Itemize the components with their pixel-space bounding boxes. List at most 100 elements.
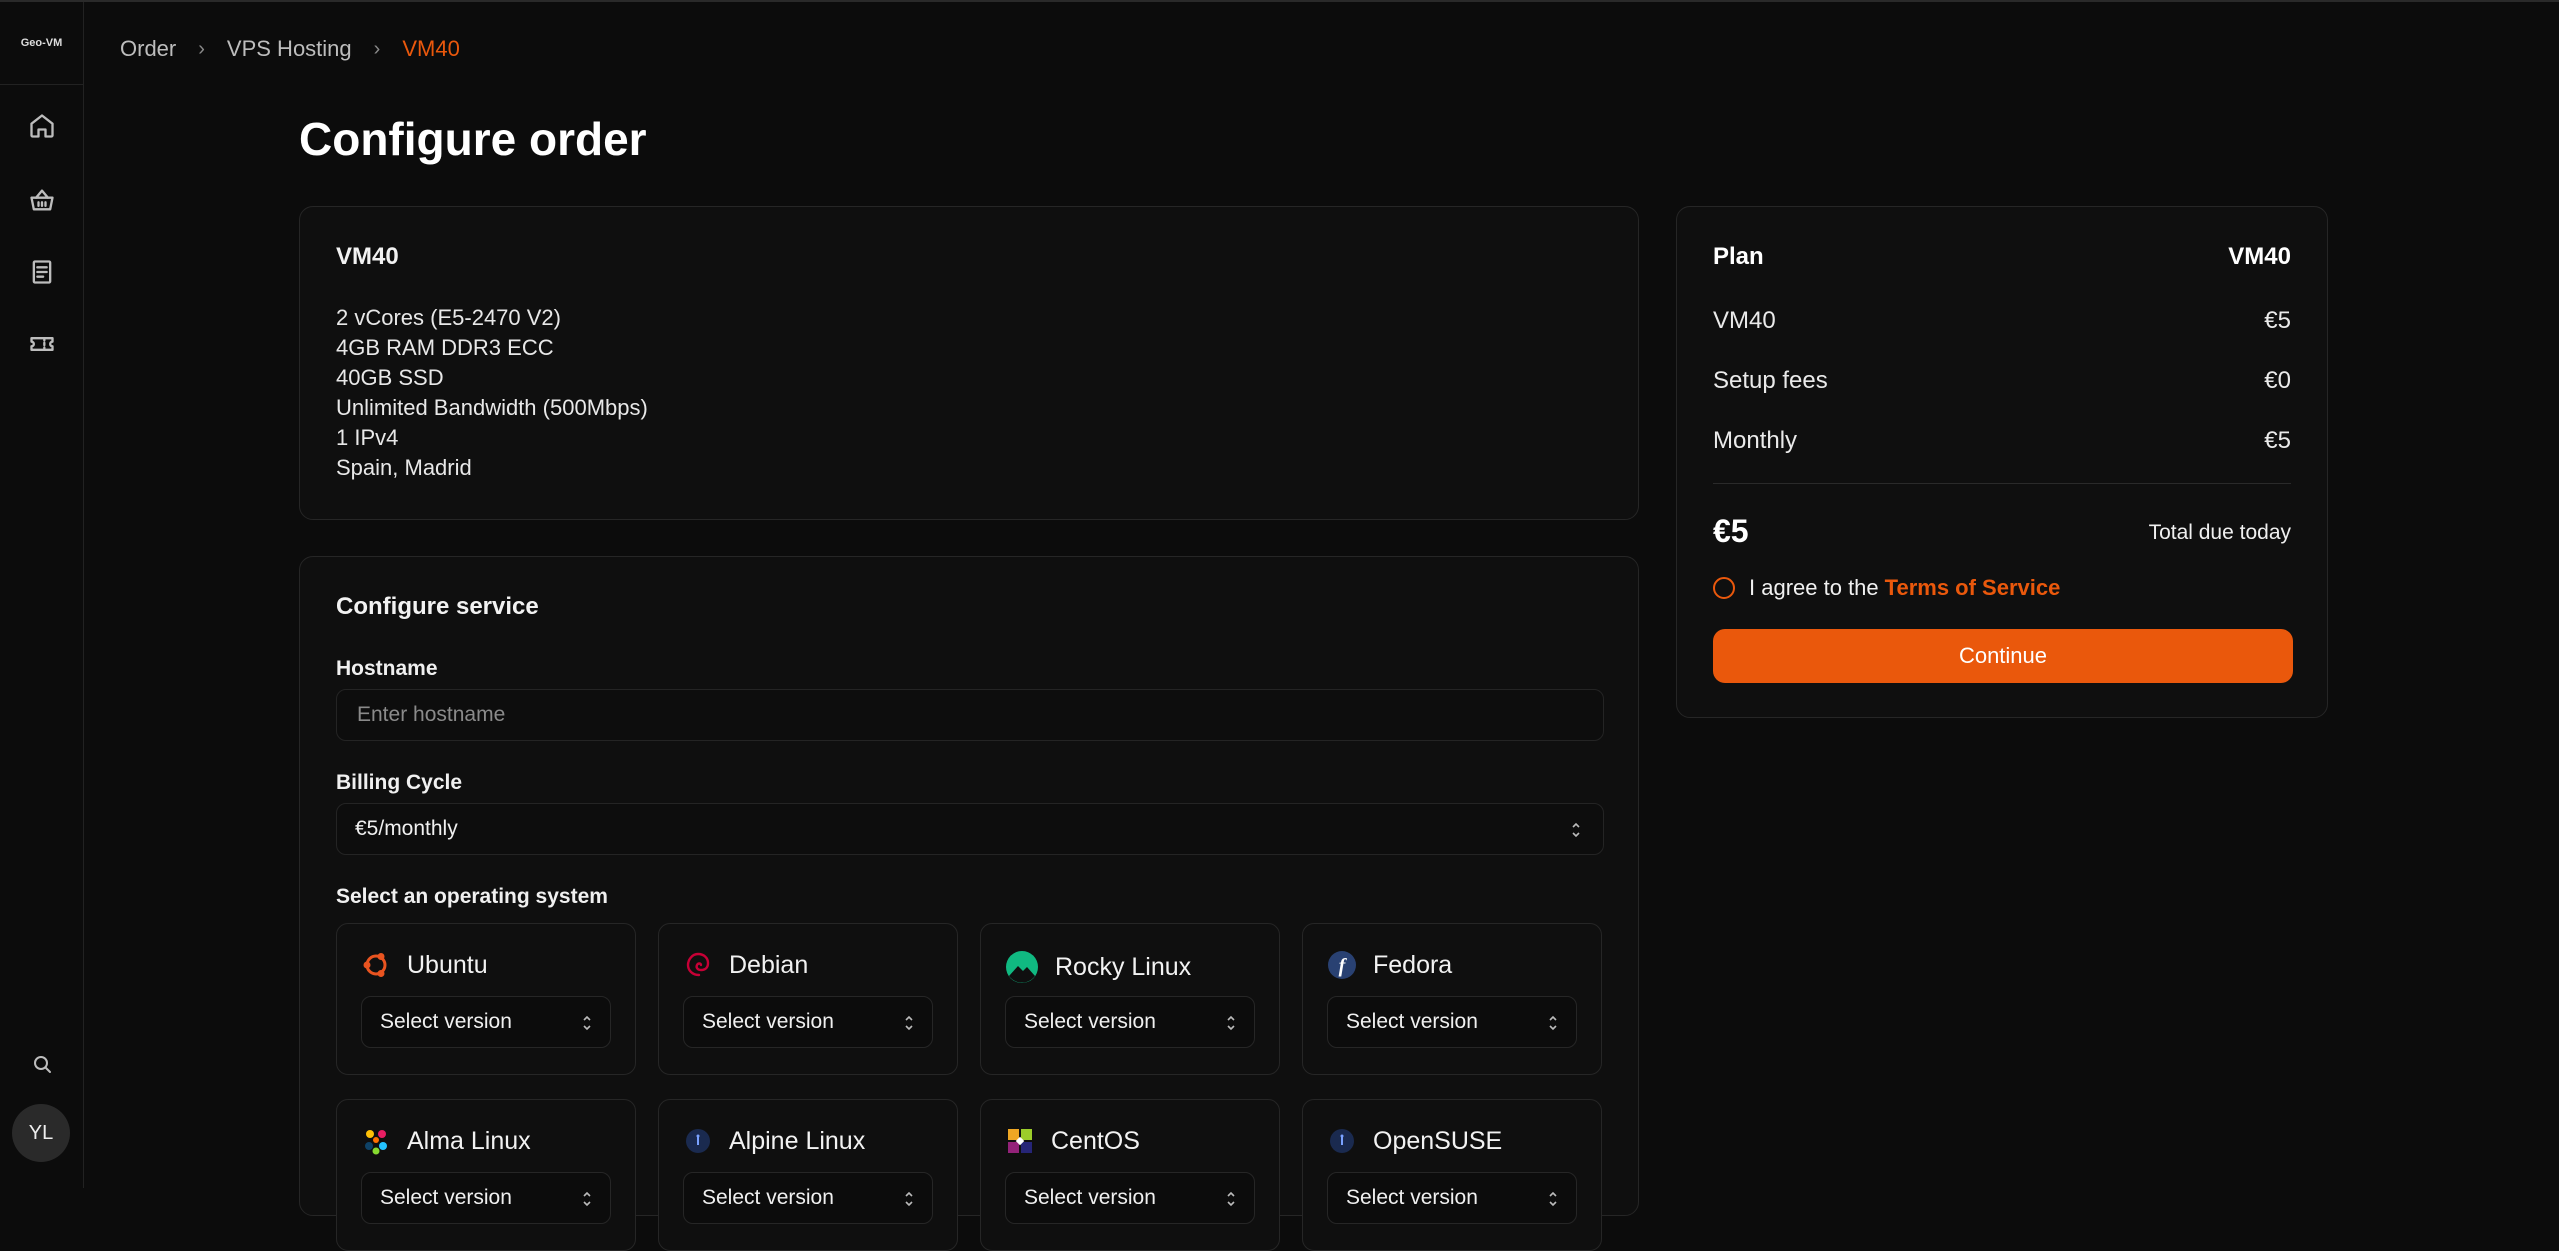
alpine-linux-icon bbox=[683, 1126, 713, 1156]
os-name: Rocky Linux bbox=[1055, 952, 1192, 981]
summary-row: VM40 €5 bbox=[1713, 307, 2291, 335]
updown-chevron-icon bbox=[1548, 1013, 1558, 1033]
os-card-alpine-linux[interactable]: Alpine Linux Select version bbox=[658, 1099, 958, 1251]
updown-chevron-icon bbox=[904, 1013, 914, 1033]
debian-icon bbox=[683, 950, 713, 980]
updown-chevron-icon bbox=[1226, 1189, 1236, 1209]
os-card-centos[interactable]: CentOS Select version bbox=[980, 1099, 1280, 1251]
os-card-rocky-linux[interactable]: Rocky Linux Select version bbox=[980, 923, 1280, 1075]
spec-line: Spain, Madrid bbox=[336, 455, 472, 480]
page-title: Configure order bbox=[299, 113, 647, 165]
summary-row-label: VM40 bbox=[1713, 307, 1776, 334]
os-card-alma-linux[interactable]: Alma Linux Select version bbox=[336, 1099, 636, 1251]
summary-row-value: €5 bbox=[2264, 427, 2291, 454]
total-label: Total due today bbox=[2148, 521, 2291, 544]
version-select[interactable]: Select version bbox=[361, 996, 611, 1048]
hostname-label: Hostname bbox=[336, 657, 438, 680]
search-icon[interactable] bbox=[22, 1044, 62, 1084]
os-name: Fedora bbox=[1373, 950, 1453, 979]
summary-plan-row: Plan VM40 bbox=[1713, 243, 2291, 271]
version-placeholder: Select version bbox=[1346, 1186, 1478, 1209]
ubuntu-icon bbox=[361, 950, 391, 980]
summary-row-label: Setup fees bbox=[1713, 367, 1828, 394]
sidebar: Geo-VM YL bbox=[0, 2, 84, 1188]
spec-line: 40GB SSD bbox=[336, 365, 444, 390]
updown-chevron-icon bbox=[904, 1189, 914, 1209]
updown-chevron-icon bbox=[582, 1013, 592, 1033]
basket-icon[interactable] bbox=[22, 180, 62, 220]
divider bbox=[1713, 483, 2291, 484]
fedora-icon: f bbox=[1327, 950, 1357, 980]
summary-row: Monthly €5 bbox=[1713, 427, 2291, 455]
updown-chevron-icon bbox=[1571, 820, 1581, 840]
version-select[interactable]: Select version bbox=[683, 1172, 933, 1224]
version-select[interactable]: Select version bbox=[1327, 996, 1577, 1048]
opensuse-icon bbox=[1327, 1126, 1357, 1156]
version-select[interactable]: Select version bbox=[1005, 996, 1255, 1048]
os-name: OpenSUSE bbox=[1373, 1126, 1503, 1155]
spec-line: 4GB RAM DDR3 ECC bbox=[336, 335, 554, 360]
terms-agreement: I agree to the Terms of Service bbox=[1713, 575, 2060, 601]
configure-title: Configure service bbox=[336, 593, 539, 620]
summary-row-value: €0 bbox=[2264, 367, 2291, 394]
spec-line: 2 vCores (E5-2470 V2) bbox=[336, 305, 561, 330]
order-summary-card: Plan VM40 VM40 €5 Setup fees €0 Monthly … bbox=[1676, 206, 2328, 718]
updown-chevron-icon bbox=[1548, 1189, 1558, 1209]
continue-button[interactable]: Continue bbox=[1713, 629, 2293, 683]
version-select[interactable]: Select version bbox=[1327, 1172, 1577, 1224]
summary-plan-label: Plan bbox=[1713, 243, 1764, 270]
plan-title: VM40 bbox=[336, 243, 399, 270]
version-placeholder: Select version bbox=[380, 1010, 512, 1033]
chevron-right-icon: › bbox=[373, 37, 381, 60]
billing-cycle-label: Billing Cycle bbox=[336, 771, 463, 794]
logo[interactable]: Geo-VM bbox=[0, 2, 83, 85]
invoice-icon[interactable] bbox=[22, 252, 62, 292]
version-placeholder: Select version bbox=[1024, 1186, 1156, 1209]
total-amount: €5 bbox=[1713, 513, 1749, 549]
summary-row-label: Monthly bbox=[1713, 427, 1798, 454]
summary-plan-value: VM40 bbox=[2228, 243, 2291, 270]
version-placeholder: Select version bbox=[702, 1010, 834, 1033]
plan-specs: 2 vCores (E5-2470 V2) 4GB RAM DDR3 ECC 4… bbox=[336, 303, 648, 483]
breadcrumb-order[interactable]: Order bbox=[120, 36, 176, 62]
ticket-icon[interactable] bbox=[22, 324, 62, 364]
top-border bbox=[0, 0, 2559, 2]
plan-details-card: VM40 2 vCores (E5-2470 V2) 4GB RAM DDR3 … bbox=[299, 206, 1639, 520]
os-card-opensuse[interactable]: OpenSUSE Select version bbox=[1302, 1099, 1602, 1251]
os-label: Select an operating system bbox=[336, 885, 608, 908]
os-name: Ubuntu bbox=[407, 950, 488, 979]
summary-row-value: €5 bbox=[2264, 307, 2291, 334]
version-placeholder: Select version bbox=[1024, 1010, 1156, 1033]
os-name: Alpine Linux bbox=[729, 1126, 866, 1155]
home-icon[interactable] bbox=[22, 106, 62, 146]
os-card-fedora[interactable]: f Fedora Select version bbox=[1302, 923, 1602, 1075]
version-select[interactable]: Select version bbox=[683, 996, 933, 1048]
version-select[interactable]: Select version bbox=[1005, 1172, 1255, 1224]
version-select[interactable]: Select version bbox=[361, 1172, 611, 1224]
os-name: Debian bbox=[729, 950, 809, 979]
billing-cycle-select[interactable]: €5/monthly bbox=[336, 803, 1604, 855]
os-card-debian[interactable]: Debian Select version bbox=[658, 923, 958, 1075]
agree-text: I agree to the bbox=[1749, 575, 1879, 600]
os-name: Alma Linux bbox=[407, 1126, 531, 1155]
breadcrumb: Order › VPS Hosting › VM40 bbox=[120, 36, 460, 62]
updown-chevron-icon bbox=[1226, 1013, 1236, 1033]
rocky-linux-icon bbox=[1005, 950, 1039, 984]
version-placeholder: Select version bbox=[380, 1186, 512, 1209]
spec-line: 1 IPv4 bbox=[336, 425, 399, 450]
breadcrumb-vps-hosting[interactable]: VPS Hosting bbox=[227, 36, 352, 62]
chevron-right-icon: › bbox=[198, 37, 205, 60]
avatar[interactable]: YL bbox=[12, 1104, 70, 1162]
centos-icon bbox=[1005, 1126, 1035, 1156]
spec-line: Unlimited Bandwidth (500Mbps) bbox=[336, 395, 648, 420]
version-placeholder: Select version bbox=[1346, 1010, 1478, 1033]
hostname-field bbox=[336, 689, 1604, 741]
summary-row: Setup fees €0 bbox=[1713, 367, 2291, 395]
terms-of-service-link[interactable]: Terms of Service bbox=[1885, 575, 2061, 601]
alma-linux-icon bbox=[361, 1126, 391, 1156]
terms-radio[interactable] bbox=[1713, 577, 1735, 599]
configure-service-card: Configure service Hostname Billing Cycle… bbox=[299, 556, 1639, 1251]
breadcrumb-current: VM40 bbox=[402, 36, 460, 61]
hostname-input[interactable] bbox=[355, 702, 1603, 728]
os-card-ubuntu[interactable]: Ubuntu Select version bbox=[336, 923, 636, 1075]
